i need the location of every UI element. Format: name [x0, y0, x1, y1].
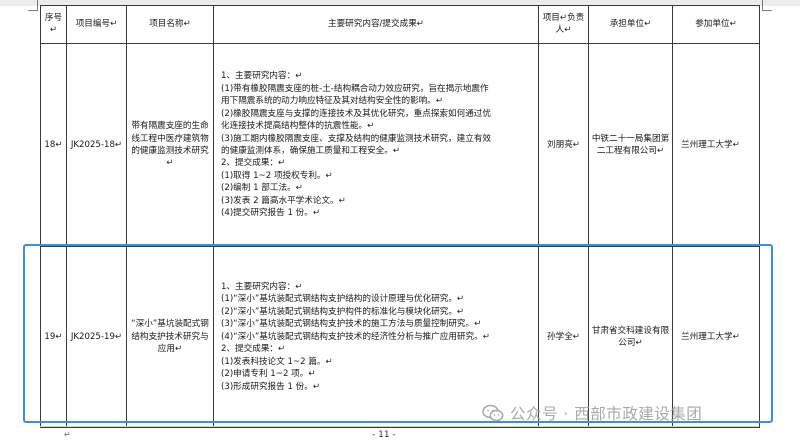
header-name: 项目名称↵ — [126, 5, 214, 44]
header-code: 项目编号↵ — [66, 5, 127, 44]
margin-marker — [762, 10, 772, 11]
watermark-text: 公众号 · 西部市政建设集团 — [510, 405, 703, 423]
content-line: 2、提交成果：↵ — [221, 158, 286, 169]
content-line: (2)申请专利 1~2 项。↵ — [221, 369, 316, 380]
content-line: (2)橡胶隔震支座与支撑的连接技术及其优化研究，重点探索如何通过优 — [221, 108, 491, 119]
cell-code: JK2025-19↵ — [66, 246, 127, 428]
cell-name: 带有隔震支座的生命线工程中医疗建筑物的健康监测技术研究↵ — [126, 43, 214, 247]
content-line: (3)施工期内橡胶隔震支座、支撑及结构的健康监测技术研究，建立有效 — [221, 133, 491, 144]
cell-unit: 中铁二十一局集团第二工程有限公司↵ — [588, 43, 673, 247]
content-line: 的健康监测体系，确保施工质量和工程安全。↵ — [221, 146, 401, 156]
cell-no: 19↵ — [40, 246, 67, 428]
content-line: 1、主要研究内容：↵ — [221, 71, 303, 82]
table-header-row: 序号↵ 项目编号↵ 项目名称↵ 主要研究内容/提交成果↵ 项目↵负责人↵ 承担单… — [40, 5, 760, 44]
content-line: (1)取得 1~2 项授权专利。↵ — [221, 170, 333, 181]
content-line: 1、主要研究内容：↵ — [221, 281, 303, 292]
table-row: 18↵ JK2025-18↵ 带有隔震支座的生命线工程中医疗建筑物的健康监测技术… — [40, 43, 760, 247]
content-line: (4)“深小”基坑装配式钢结构支护技术的经济性分析与推广应用研究。↵ — [221, 331, 490, 342]
content-line: (3)发表 2 篇高水平学术论文。↵ — [221, 195, 346, 206]
wechat-icon — [482, 404, 504, 422]
header-leader: 项目↵负责人↵ — [538, 5, 589, 44]
header-unit: 承担单位↵ — [588, 5, 673, 44]
cell-leader: 刘朋亮↵ — [538, 43, 589, 247]
content-line: (3)形成研究报告 1 份。↵ — [221, 381, 321, 392]
watermark: 公众号 · 西部市政建设集团 — [482, 400, 702, 426]
margin-marker — [762, 0, 763, 10]
header-no: 序号↵ — [40, 5, 67, 44]
cell-no: 18↵ — [40, 43, 67, 247]
header-content: 主要研究内容/提交成果↵ — [213, 5, 539, 44]
content-line: (1)带有橡胶隔震支座的桩-土-结构耦合动力效应研究，旨在揭示地震作 — [221, 83, 489, 94]
margin-marker — [37, 0, 38, 10]
content-line: (2)“深小”基坑装配式钢结构支护构件的标准化与模块化研究。↵ — [221, 306, 465, 317]
page-number: - 11 - — [372, 430, 396, 440]
footer-divider — [40, 426, 759, 427]
project-table: 序号↵ 项目编号↵ 项目名称↵ 主要研究内容/提交成果↵ 项目↵负责人↵ 承担单… — [40, 5, 760, 428]
content-line: (3)“深小”基坑装配式钢结构支护技术的施工方法与质量控制研究。↵ — [221, 319, 482, 330]
cell-partner: 兰州理工大学↵ — [672, 43, 760, 247]
content-line: (2)编制 1 部工法。↵ — [221, 183, 303, 194]
content-line: (4)提交研究报告 1 份。↵ — [221, 208, 321, 219]
content-line: (1)发表科技论文 1~2 篇。↵ — [221, 356, 333, 367]
content-line: 化连接技术提高结构整体的抗震性能。↵ — [221, 121, 375, 132]
cell-name: “深小”基坑装配式钢结构支护技术研究与应用↵ — [126, 246, 214, 428]
margin-marker — [28, 10, 38, 11]
cell-code: JK2025-18↵ — [66, 43, 127, 247]
footer-paragraph-mark: ↵ — [64, 430, 71, 439]
content-line: 用下隔震系统的动力响应特征及其对结构安全性的影响。↵ — [221, 96, 444, 107]
content-line: (1)“深小”基坑装配式钢结构支护结构的设计原理与优化研究。↵ — [221, 294, 465, 305]
cell-content: 1、主要研究内容：↵ (1)带有橡胶隔震支座的桩-土-结构耦合动力效应研究，旨在… — [213, 43, 539, 247]
header-partner: 参加单位↵ — [672, 5, 760, 44]
content-line: 2、提交成果：↵ — [221, 344, 286, 355]
